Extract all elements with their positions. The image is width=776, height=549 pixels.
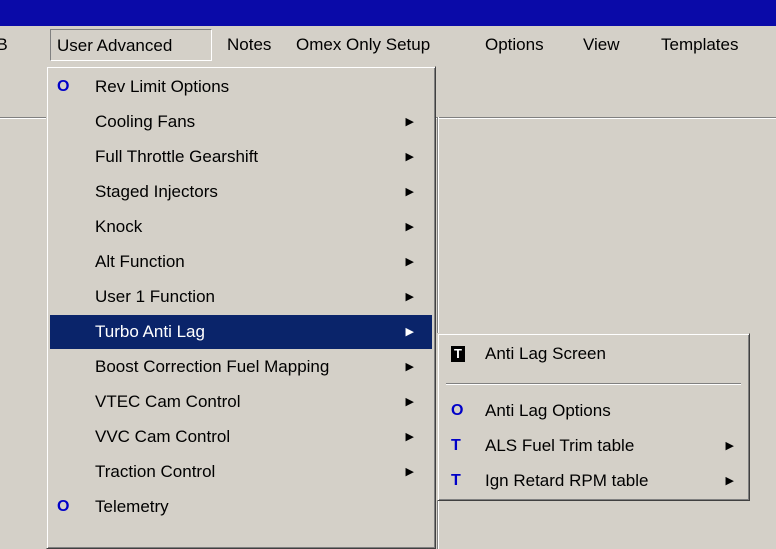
submenu-item-als-fuel-trim-table[interactable]: T ALS Fuel Trim table ▶	[441, 429, 746, 463]
menu-item-label: Knock	[95, 217, 143, 236]
menu-fb[interactable]: FB	[0, 29, 14, 61]
options-marker-icon: O	[451, 402, 464, 419]
submenu-arrow-icon: ▶	[405, 466, 414, 478]
menu-item-label: Cooling Fans	[95, 112, 196, 131]
menu-item-vtec-cam-control[interactable]: VTEC Cam Control ▶	[50, 385, 432, 419]
submenu-item-label: Anti Lag Options	[485, 401, 611, 420]
table-marker-icon: T	[451, 472, 461, 489]
menu-item-vvc-cam-control[interactable]: VVC Cam Control ▶	[50, 420, 432, 454]
menu-omex-only-setup[interactable]: Omex Only Setup	[290, 29, 436, 61]
submenu-arrow-icon: ▶	[405, 431, 414, 443]
menu-item-user-1-function[interactable]: User 1 Function ▶	[50, 280, 432, 314]
menu-item-telemetry[interactable]: O Telemetry	[50, 490, 432, 524]
submenu-arrow-icon: ▶	[405, 256, 414, 268]
menu-user-advanced[interactable]: User Advanced	[50, 29, 212, 61]
title-bar	[0, 0, 776, 26]
menu-notes[interactable]: Notes	[221, 29, 277, 61]
menu-item-label: Rev Limit Options	[95, 77, 230, 96]
submenu-arrow-icon: ▶	[405, 361, 414, 373]
submenu-arrow-icon: ▶	[405, 291, 414, 303]
menu-item-boost-correction-fuel-mapping[interactable]: Boost Correction Fuel Mapping ▶	[50, 350, 432, 384]
submenu-arrow-icon: ▶	[405, 396, 414, 408]
menu-item-label: Telemetry	[95, 497, 169, 516]
menu-item-label: Boost Correction Fuel Mapping	[95, 357, 330, 376]
menu-options[interactable]: Options	[479, 29, 550, 61]
submenu-arrow-icon: ▶	[725, 475, 734, 487]
menu-item-staged-injectors[interactable]: Staged Injectors ▶	[50, 175, 432, 209]
menu-item-label: User 1 Function	[95, 287, 215, 306]
submenu-arrow-icon: ▶	[725, 440, 734, 452]
menu-templates[interactable]: Templates	[655, 29, 744, 61]
submenu-item-label: Anti Lag Screen	[485, 344, 606, 363]
submenu-arrow-icon: ▶	[405, 221, 414, 233]
menu-item-rev-limit-options[interactable]: O Rev Limit Options	[50, 70, 432, 104]
submenu-item-ign-retard-rpm-table[interactable]: T Ign Retard RPM table ▶	[441, 464, 746, 498]
submenu-item-anti-lag-screen[interactable]: T Anti Lag Screen	[441, 337, 746, 371]
menu-item-label: Turbo Anti Lag	[95, 322, 205, 341]
menu-item-label: Alt Function	[95, 252, 185, 271]
menu-item-label: Full Throttle Gearshift	[95, 147, 259, 166]
user-advanced-menu: O Rev Limit Options Cooling Fans ▶ Full Thro…	[46, 66, 436, 549]
submenu-separator	[446, 383, 741, 385]
options-marker-icon: O	[57, 78, 70, 95]
submenu-item-anti-lag-options[interactable]: O Anti Lag Options	[441, 394, 746, 428]
submenu-arrow-icon: ▶	[405, 326, 414, 338]
menu-item-full-throttle-gearshift[interactable]: Full Throttle Gearshift ▶	[50, 140, 432, 174]
submenu-arrow-icon: ▶	[405, 151, 414, 163]
menu-item-traction-control[interactable]: Traction Control ▶	[50, 455, 432, 489]
table-marker-icon: T	[451, 346, 465, 362]
menu-item-label: Staged Injectors	[95, 182, 218, 201]
submenu-arrow-icon: ▶	[405, 186, 414, 198]
turbo-anti-lag-submenu: T Anti Lag Screen O Anti Lag Options T ALS Fu…	[437, 333, 750, 501]
menu-item-turbo-anti-lag[interactable]: Turbo Anti Lag ▶	[50, 315, 432, 349]
menu-view[interactable]: View	[577, 29, 626, 61]
table-marker-icon: T	[451, 437, 461, 454]
menu-bar: FB User Advanced Notes Omex Only Setup O…	[0, 26, 776, 66]
menu-item-alt-function[interactable]: Alt Function ▶	[50, 245, 432, 279]
menu-item-label: VTEC Cam Control	[95, 392, 241, 411]
menu-item-knock[interactable]: Knock ▶	[50, 210, 432, 244]
submenu-item-label: ALS Fuel Trim table	[485, 436, 635, 455]
menu-item-label: Traction Control	[95, 462, 216, 481]
submenu-arrow-icon: ▶	[405, 116, 414, 128]
submenu-item-label: Ign Retard RPM table	[485, 471, 649, 490]
options-marker-icon: O	[57, 498, 70, 515]
menu-item-label: VVC Cam Control	[95, 427, 231, 446]
menu-item-cooling-fans[interactable]: Cooling Fans ▶	[50, 105, 432, 139]
